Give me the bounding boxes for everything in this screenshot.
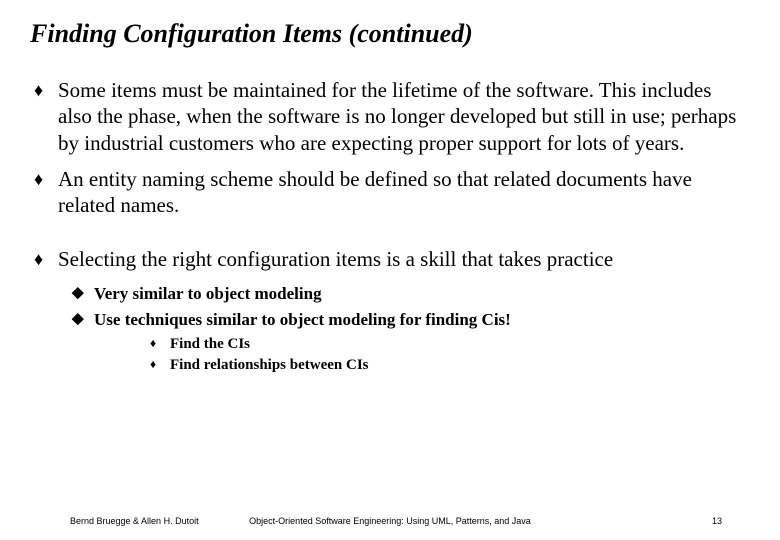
bullet-text: Use techniques similar to object modelin… <box>94 310 511 329</box>
diamond-icon: ◆ <box>72 284 84 304</box>
bullet-item-3: ♦ Selecting the right configuration item… <box>30 246 750 272</box>
diamond-icon: ♦ <box>34 248 43 271</box>
diamond-icon: ♦ <box>150 357 156 373</box>
footer-title: Object-Oriented Software Engineering: Us… <box>30 516 750 526</box>
bullet-text: Find the CIs <box>170 336 250 352</box>
bullet-text: An entity naming scheme should be define… <box>58 167 692 217</box>
bullet-item-1: ♦ Some items must be maintained for the … <box>30 77 750 156</box>
bullet-text: Selecting the right configuration items … <box>58 247 613 271</box>
page-number: 13 <box>712 516 722 526</box>
subsub-bullet-item-1: ♦ Find the CIs <box>30 335 750 355</box>
bullet-item-2: ♦ An entity naming scheme should be defi… <box>30 166 750 219</box>
diamond-icon: ♦ <box>34 168 43 191</box>
sub-bullet-item-2: ◆ Use techniques similar to object model… <box>30 309 750 331</box>
slide: Finding Configuration Items (continued) … <box>0 0 780 540</box>
bullet-text: Very similar to object modeling <box>94 284 322 303</box>
bullet-text: Some items must be maintained for the li… <box>58 78 736 155</box>
subsub-bullet-item-2: ♦ Find relationships between CIs <box>30 356 750 376</box>
diamond-icon: ◆ <box>72 310 84 330</box>
slide-title: Finding Configuration Items (continued) <box>30 18 750 49</box>
sub-bullet-item-1: ◆ Very similar to object modeling <box>30 283 750 305</box>
spacer <box>30 228 750 246</box>
diamond-icon: ♦ <box>150 336 156 352</box>
bullet-text: Find relationships between CIs <box>170 357 369 373</box>
diamond-icon: ♦ <box>34 79 43 102</box>
